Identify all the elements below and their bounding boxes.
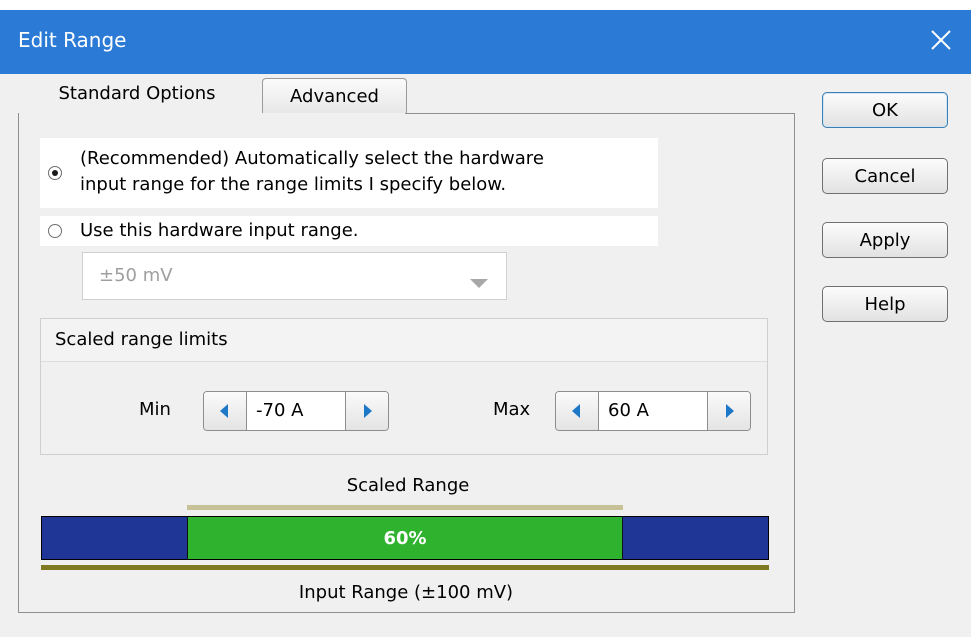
- input-range-label: Input Range (±100 mV): [298, 582, 514, 603]
- title-bar: Edit Range: [0, 10, 971, 74]
- apply-button[interactable]: Apply: [822, 222, 948, 258]
- caret-right-icon: [364, 404, 372, 418]
- hardware-range-value: ±50 mV: [99, 265, 173, 286]
- ok-button-label: OK: [872, 99, 898, 121]
- max-decrement-button[interactable]: [556, 392, 599, 430]
- scaled-range-limits-group: Scaled range limits Min -70 A Max 60 A: [40, 318, 768, 455]
- group-title: Scaled range limits: [55, 329, 228, 350]
- manual-range-radio[interactable]: [48, 224, 62, 238]
- auto-range-label-line1: (Recommended) Automatically select the h…: [80, 148, 544, 169]
- max-label: Max: [493, 399, 531, 420]
- max-value-field[interactable]: 60 A: [608, 400, 649, 421]
- tab-panel-border: [405, 113, 795, 114]
- cancel-button[interactable]: Cancel: [822, 158, 948, 194]
- input-range-bar: 60%: [41, 516, 769, 560]
- cancel-button-label: Cancel: [854, 165, 916, 187]
- max-increment-button[interactable]: [707, 392, 750, 430]
- auto-range-radio[interactable]: [48, 166, 62, 180]
- caret-left-icon: [220, 404, 228, 418]
- caret-left-icon: [572, 404, 580, 418]
- close-icon[interactable]: [923, 22, 959, 58]
- input-range-indicator: [41, 565, 769, 570]
- tab-advanced-label: Advanced: [290, 86, 379, 107]
- tab-advanced[interactable]: Advanced: [262, 78, 407, 114]
- chevron-down-icon: [470, 273, 488, 294]
- help-button[interactable]: Help: [822, 286, 948, 322]
- group-header: Scaled range limits: [41, 319, 767, 362]
- min-label: Min: [139, 399, 171, 420]
- scaled-range-label: Scaled Range: [346, 475, 470, 496]
- min-spinner: -70 A: [203, 391, 389, 431]
- manual-range-option[interactable]: Use this hardware input range.: [40, 216, 658, 246]
- hardware-range-select[interactable]: ±50 mV: [82, 252, 507, 300]
- apply-button-label: Apply: [859, 229, 911, 251]
- caret-right-icon: [726, 404, 734, 418]
- manual-range-label: Use this hardware input range.: [80, 220, 359, 241]
- min-decrement-button[interactable]: [204, 392, 247, 430]
- min-increment-button[interactable]: [345, 392, 388, 430]
- auto-range-label-line2: input range for the range limits I speci…: [80, 174, 507, 195]
- max-spinner: 60 A: [555, 391, 751, 431]
- tab-standard-options[interactable]: Standard Options: [22, 74, 252, 112]
- min-value-field[interactable]: -70 A: [256, 400, 303, 421]
- auto-range-option[interactable]: (Recommended) Automatically select the h…: [40, 138, 658, 208]
- scaled-range-indicator: [187, 505, 623, 510]
- edit-range-dialog: Edit Range Standard Options Advanced (Re…: [0, 10, 971, 637]
- help-button-label: Help: [864, 293, 906, 315]
- window-title: Edit Range: [18, 28, 127, 52]
- tab-standard-options-label: Standard Options: [58, 82, 216, 104]
- scaled-range-percent: 60%: [383, 527, 427, 549]
- ok-button[interactable]: OK: [822, 92, 948, 128]
